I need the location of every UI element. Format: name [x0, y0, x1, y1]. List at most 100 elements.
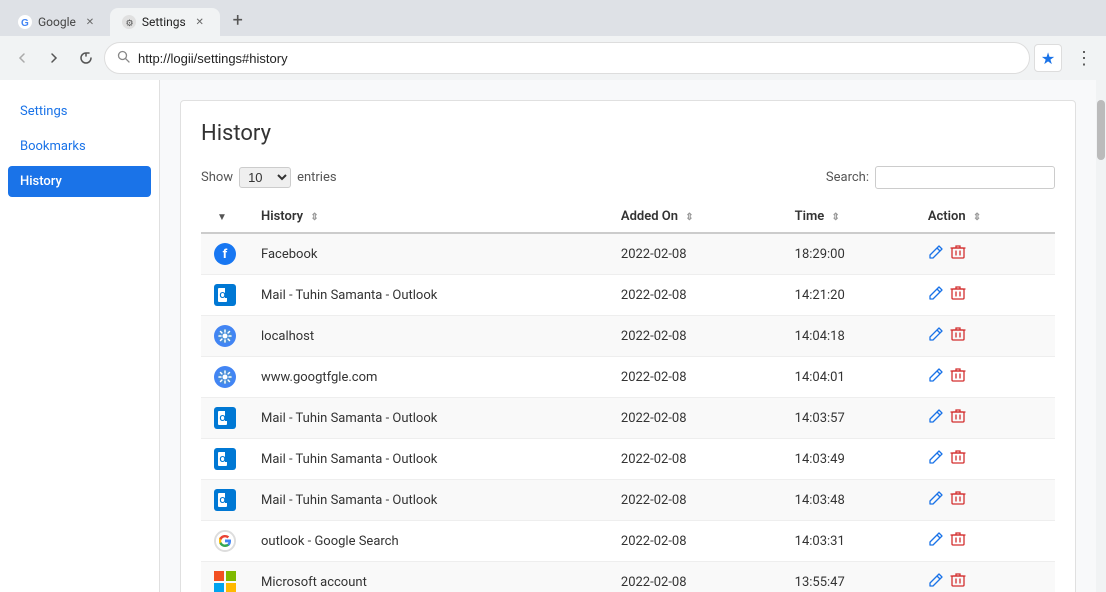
- edit-button[interactable]: [928, 244, 944, 264]
- row-time-cell: 14:04:18: [783, 316, 916, 357]
- row-history-cell: localhost: [249, 316, 609, 357]
- svg-text:O: O: [220, 291, 226, 300]
- row-time-cell: 13:55:47: [783, 562, 916, 592]
- row-history-cell: www.googtfgle.com: [249, 357, 609, 398]
- facebook-icon: f: [214, 243, 236, 265]
- row-icon-cell: [201, 562, 249, 592]
- table-row: O Mail - Tuhin Samanta - Outlook 2022-02…: [201, 398, 1055, 439]
- browser-frame: G Google ✕ ⚙ Settings ✕ +: [0, 0, 1106, 80]
- tab-settings[interactable]: ⚙ Settings ✕: [110, 8, 220, 36]
- delete-button[interactable]: [950, 367, 966, 387]
- gear-icon: [214, 325, 236, 347]
- row-action-cell: [916, 521, 1055, 562]
- tab-google[interactable]: G Google ✕: [6, 8, 110, 36]
- delete-button[interactable]: [950, 572, 966, 592]
- table-row: localhost 2022-02-08 14:04:18: [201, 316, 1055, 357]
- svg-text:O: O: [220, 414, 226, 423]
- col-added-on-header[interactable]: Added On ⇕: [609, 201, 783, 233]
- back-button[interactable]: [8, 44, 36, 72]
- table-row: O Mail - Tuhin Samanta - Outlook 2022-02…: [201, 275, 1055, 316]
- page-title: History: [201, 121, 1055, 146]
- url-input[interactable]: [138, 51, 1017, 66]
- tab-settings-close[interactable]: ✕: [192, 14, 208, 30]
- tab-google-close[interactable]: ✕: [82, 14, 98, 30]
- col-action-header[interactable]: Action ⇕: [916, 201, 1055, 233]
- col-time-sort: ⇕: [832, 212, 840, 223]
- sidebar-item-history[interactable]: History: [8, 166, 151, 197]
- search-control: Search:: [826, 166, 1055, 189]
- delete-button[interactable]: [950, 531, 966, 551]
- scrollbar[interactable]: [1096, 80, 1106, 592]
- edit-button[interactable]: [928, 408, 944, 428]
- edit-button[interactable]: [928, 285, 944, 305]
- nav-bar: ★ ⋮: [0, 36, 1106, 80]
- bookmark-star-button[interactable]: ★: [1034, 44, 1062, 72]
- tab-google-title: Google: [38, 15, 76, 29]
- svg-text:O: O: [220, 455, 226, 464]
- row-action-cell: [916, 275, 1055, 316]
- delete-button[interactable]: [950, 285, 966, 305]
- scrollbar-thumb[interactable]: [1097, 100, 1105, 160]
- row-time-cell: 14:03:57: [783, 398, 916, 439]
- row-history-cell: Mail - Tuhin Samanta - Outlook: [249, 398, 609, 439]
- browser-menu-button[interactable]: ⋮: [1070, 44, 1098, 72]
- show-entries-control: Show 10 25 50 100 entries: [201, 167, 337, 188]
- row-icon-cell: O: [201, 275, 249, 316]
- table-row: outlook - Google Search 2022-02-08 14:03…: [201, 521, 1055, 562]
- address-bar[interactable]: [104, 42, 1030, 74]
- table-row: O Mail - Tuhin Samanta - Outlook 2022-02…: [201, 439, 1055, 480]
- row-time-cell: 14:21:20: [783, 275, 916, 316]
- edit-button[interactable]: [928, 449, 944, 469]
- search-input[interactable]: [875, 166, 1055, 189]
- table-body: f Facebook 2022-02-08 18:29:00: [201, 233, 1055, 592]
- row-added-on-cell: 2022-02-08: [609, 521, 783, 562]
- row-history-cell: Mail - Tuhin Samanta - Outlook: [249, 275, 609, 316]
- row-added-on-cell: 2022-02-08: [609, 275, 783, 316]
- row-added-on-cell: 2022-02-08: [609, 480, 783, 521]
- delete-button[interactable]: [950, 244, 966, 264]
- col-action-sort: ⇕: [973, 212, 981, 223]
- row-history-cell: Microsoft account: [249, 562, 609, 592]
- col-time-header[interactable]: Time ⇕: [783, 201, 916, 233]
- delete-button[interactable]: [950, 490, 966, 510]
- outlook-icon: O: [214, 489, 236, 511]
- show-label: Show: [201, 170, 233, 185]
- col-history-sort: ⇕: [310, 212, 318, 223]
- row-action-cell: [916, 357, 1055, 398]
- col-history-header[interactable]: History ⇕: [249, 201, 609, 233]
- table-controls: Show 10 25 50 100 entries Search:: [201, 166, 1055, 189]
- row-action-cell: [916, 562, 1055, 592]
- row-icon-cell: O: [201, 398, 249, 439]
- tab-bar: G Google ✕ ⚙ Settings ✕ +: [0, 0, 1106, 36]
- row-time-cell: 18:29:00: [783, 233, 916, 275]
- new-tab-button[interactable]: +: [224, 6, 252, 34]
- delete-button[interactable]: [950, 326, 966, 346]
- edit-button[interactable]: [928, 572, 944, 592]
- microsoft-icon: [214, 571, 236, 592]
- row-history-cell: Mail - Tuhin Samanta - Outlook: [249, 480, 609, 521]
- edit-button[interactable]: [928, 367, 944, 387]
- edit-button[interactable]: [928, 326, 944, 346]
- delete-button[interactable]: [950, 449, 966, 469]
- row-time-cell: 14:04:01: [783, 357, 916, 398]
- row-time-cell: 14:03:48: [783, 480, 916, 521]
- row-added-on-cell: 2022-02-08: [609, 562, 783, 592]
- entries-label: entries: [297, 170, 337, 185]
- refresh-button[interactable]: [72, 44, 100, 72]
- edit-button[interactable]: [928, 531, 944, 551]
- google-icon: [214, 530, 236, 552]
- row-action-cell: [916, 398, 1055, 439]
- table-row: www.googtfgle.com 2022-02-08 14:04:01: [201, 357, 1055, 398]
- svg-text:G: G: [21, 18, 29, 29]
- edit-button[interactable]: [928, 490, 944, 510]
- row-time-cell: 14:03:49: [783, 439, 916, 480]
- forward-button[interactable]: [40, 44, 68, 72]
- tab-settings-title: Settings: [142, 15, 186, 29]
- row-action-cell: [916, 480, 1055, 521]
- table-header: ▼ History ⇕ Added On ⇕ Time ⇕: [201, 201, 1055, 233]
- entries-select[interactable]: 10 25 50 100: [239, 167, 291, 188]
- sidebar-item-settings[interactable]: Settings: [8, 96, 151, 127]
- delete-button[interactable]: [950, 408, 966, 428]
- col-added-sort: ⇕: [685, 212, 693, 223]
- sidebar-item-bookmarks[interactable]: Bookmarks: [8, 131, 151, 162]
